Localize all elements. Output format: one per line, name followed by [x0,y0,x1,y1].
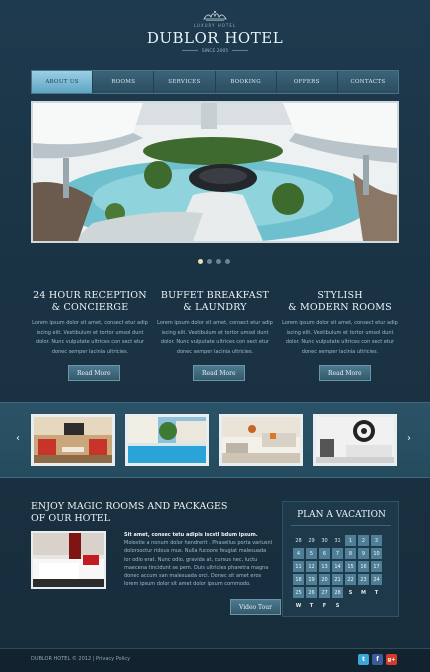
main-nav: ABOUT US ROOMS SERVICES BOOKING OFFERS C… [31,70,399,94]
video-tour-button[interactable]: Video Tour [230,599,281,615]
gallery-prev-arrow-icon[interactable]: ‹ [16,433,20,444]
gallery-thumb-lounge[interactable] [31,414,115,466]
calendar-day[interactable]: 10 [371,548,382,559]
bedroom-red-pillows-photo [33,533,104,587]
calendar-day[interactable]: 5 [306,548,317,559]
slider-pagination [198,259,230,264]
nav-booking[interactable]: BOOKING [216,71,277,93]
calendar-day[interactable]: 9 [358,548,369,559]
plan-vacation-title: PLAN A VACATION [297,510,386,520]
calendar-grid: 28 29 30 31 1 2 3 4 5 6 7 8 9 10 11 12 13 14 15 16 17 18 19 20 2… [293,535,382,611]
slider-dot[interactable] [225,259,230,264]
nav-contacts[interactable]: CONTACTS [338,71,398,93]
plan-vacation-widget: PLAN A VACATION 28 29 30 31 1 2 3 4 5 6 7 8 9 10 11 12 1… [282,501,399,617]
calendar-day[interactable]: 6 [319,548,330,559]
calendar-day[interactable]: 3 [371,535,382,546]
crown-ornament-icon [203,11,227,21]
calendar-day[interactable]: 23 [358,574,369,585]
calendar-day[interactable]: 27 [319,587,330,598]
logo[interactable]: LUXURY HOTEL DUBLOR HOTEL SINCE 2005 [0,10,430,54]
calendar-weekday-label: F [322,602,327,609]
calendar-weekday-label: S [335,602,340,609]
tagline: LUXURY HOTEL [193,23,237,28]
calendar-day[interactable]: 18 [293,574,304,585]
facebook-icon[interactable]: f [372,654,383,665]
calendar-day[interactable]: 17 [371,561,382,572]
enjoy-heading: ENJOY MAGIC ROOMS AND PACKAGES OF OUR HOT… [31,501,228,524]
gallery-next-arrow-icon[interactable]: › [407,433,411,444]
calendar-day[interactable]: 15 [345,561,356,572]
since-label: SINCE 2005 [0,49,430,54]
title-divider [291,525,391,526]
calendar-day[interactable]: 11 [293,561,304,572]
footer-copyright: DUBLOR HOTEL © 2012 | Privacy Policy [31,656,131,662]
read-more-button[interactable]: Read More [68,365,120,381]
feature-title: STYLISH & MODERN ROOMS [288,290,392,313]
living-room-photo [222,417,300,463]
feature-breakfast: BUFFET BREAKFAST & LAUNDRY Lorem ipsum do… [155,290,275,357]
twitter-icon[interactable]: t [358,654,369,665]
bedroom-photo [316,417,394,463]
room-photo [31,531,106,589]
calendar-day[interactable]: 7 [332,548,343,559]
feature-text: Lorem ipsum dolor sit amet, consect etur… [282,320,398,355]
pool-photo [128,417,206,463]
feature-title: 24 HOUR RECEPTION & CONCIERGE [33,290,147,313]
calendar-day[interactable]: 12 [306,561,317,572]
nav-about-us[interactable]: ABOUT US [32,71,94,93]
feature-title: BUFFET BREAKFAST & LAUNDRY [160,290,270,313]
calendar-day[interactable]: 8 [345,548,356,559]
enjoy-lead: Sit amet, consec tetu adipis iscstl bdum… [124,532,258,538]
nav-rooms[interactable]: ROOMS [93,71,155,93]
calendar-day[interactable]: 28 [332,587,343,598]
calendar-day[interactable]: 13 [319,561,330,572]
calendar-day[interactable]: 14 [332,561,343,572]
calendar-prev-month-day: 29 [308,537,315,544]
calendar-weekday-label: S [348,589,353,596]
calendar-day[interactable]: 2 [358,535,369,546]
calendar-day[interactable]: 16 [358,561,369,572]
calendar-weekday-label: T [374,589,379,596]
calendar-day[interactable]: 22 [345,574,356,585]
hero-slider-image[interactable] [31,101,399,243]
calendar-day[interactable]: 20 [319,574,330,585]
slider-dot[interactable] [207,259,212,264]
calendar-weekday-label: M [361,589,366,596]
gallery-thumb-bedroom[interactable] [313,414,397,466]
calendar-weekday-label: T [309,602,314,609]
gallery-thumb-living-room[interactable] [219,414,303,466]
lounge-photo [34,417,112,463]
read-more-button[interactable]: Read More [319,365,371,381]
feature-text: Lorem ipsum dolor sit amet, consect etur… [32,320,148,355]
slider-dot[interactable] [216,259,221,264]
calendar-day[interactable]: 1 [345,535,356,546]
google-plus-icon[interactable]: g+ [386,654,397,665]
feature-rooms: STYLISH & MODERN ROOMS Lorem ipsum dolor … [280,290,400,357]
gallery-thumb-pool[interactable] [125,414,209,466]
calendar-day[interactable]: 26 [306,587,317,598]
calendar-prev-month-day: 28 [295,537,302,544]
calendar-day[interactable]: 24 [371,574,382,585]
enjoy-description: Sit amet, consec tetu adipis iscstl bdum… [124,531,274,588]
page: LUXURY HOTEL DUBLOR HOTEL SINCE 2005 ABO… [0,0,430,672]
calendar-day[interactable]: 21 [332,574,343,585]
feature-text: Lorem ipsum dolor sit amet, consect etur… [157,320,273,355]
calendar-prev-month-day: 31 [334,537,341,544]
nav-offers[interactable]: OFFERS [277,71,338,93]
calendar-day[interactable]: 19 [306,574,317,585]
read-more-button[interactable]: Read More [193,365,245,381]
nav-services[interactable]: SERVICES [154,71,216,93]
calendar-prev-month-day: 30 [321,537,328,544]
feature-reception: 24 HOUR RECEPTION & CONCIERGE Lorem ipsum… [30,290,150,357]
calendar-weekday-label: W [295,602,302,609]
slider-dot[interactable] [198,259,203,264]
calendar-day[interactable]: 4 [293,548,304,559]
site-title: DUBLOR HOTEL [146,29,284,47]
calendar-day[interactable]: 25 [293,587,304,598]
enjoy-body: Molestie a nonum dolor hendrerit . Phase… [124,540,273,588]
hotel-atrium-photo [33,103,397,241]
